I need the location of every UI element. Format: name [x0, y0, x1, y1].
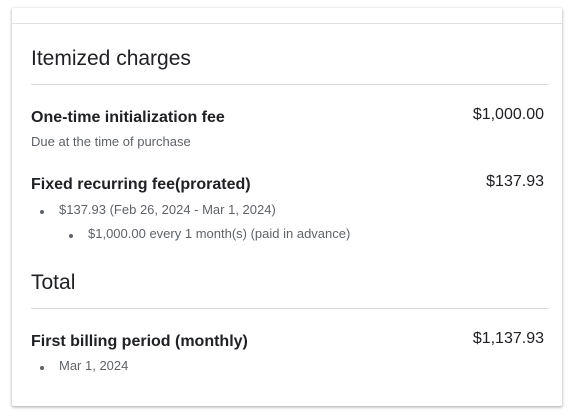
recurring-fee-amount: $137.93	[486, 173, 544, 190]
one-time-fee-title: One-time initialization fee	[31, 109, 225, 126]
recurring-sub-bullet-item: $1,000.00 every 1 month(s) (paid in adva…	[69, 225, 350, 243]
itemized-charges-title: Itemized charges	[31, 47, 191, 70]
itemized-divider	[31, 84, 549, 85]
first-billing-bullet-item: Mar 1, 2024	[40, 357, 128, 375]
recurring-prorated-detail: $137.93 (Feb 26, 2024 - Mar 1, 2024)	[59, 202, 276, 217]
bullet-dot-icon	[69, 233, 73, 238]
total-divider	[31, 308, 549, 309]
charges-card: Itemized charges One-time initialization…	[12, 8, 562, 406]
recurring-schedule-detail: $1,000.00 every 1 month(s) (paid in adva…	[88, 226, 351, 241]
one-time-fee-subtitle: Due at the time of purchase	[31, 134, 191, 149]
bullet-dot-icon	[40, 209, 44, 214]
recurring-fee-title: Fixed recurring fee(prorated)	[31, 176, 251, 193]
first-billing-period-amount: $1,137.93	[472, 330, 544, 347]
card-top-divider	[12, 23, 562, 24]
bullet-dot-icon	[40, 365, 44, 370]
total-title: Total	[31, 271, 76, 294]
recurring-bullet-item: $137.93 (Feb 26, 2024 - Mar 1, 2024)	[40, 201, 276, 219]
first-billing-period-title: First billing period (monthly)	[31, 333, 248, 350]
one-time-fee-amount: $1,000.00	[472, 106, 544, 123]
first-billing-date: Mar 1, 2024	[59, 358, 129, 373]
